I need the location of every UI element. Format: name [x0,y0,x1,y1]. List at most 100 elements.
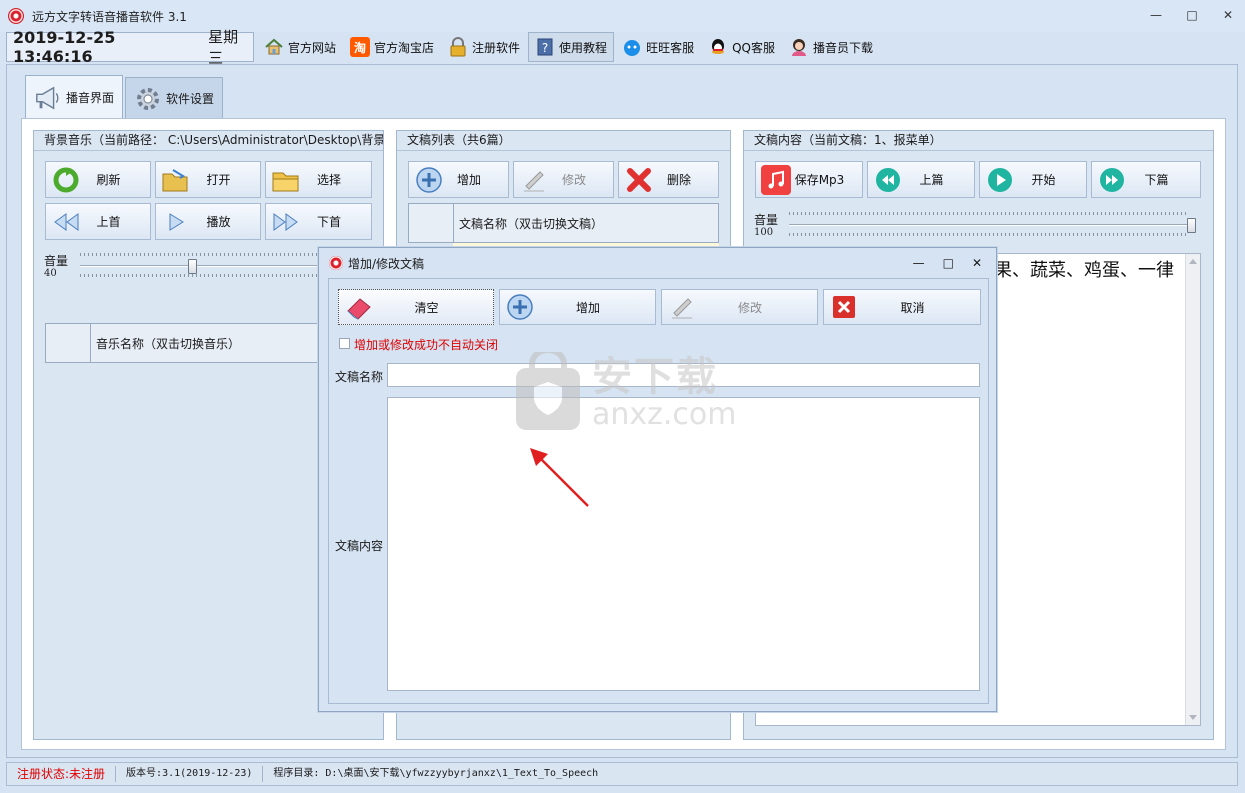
delete-x-icon [624,165,654,195]
status-bar: 注册状态:未注册 版本号:3.1(2019-12-23) 程序目录: D:\桌面… [6,762,1238,786]
megaphone-icon [34,84,62,112]
qq-icon [708,37,728,57]
clear-button[interactable]: 清空 [338,289,494,325]
register-software-button[interactable]: 注册软件 [442,32,526,62]
reading-volume-ticks [789,212,1189,215]
music-panel-title: 背景音乐（当前路径： C:\Users\Administrator\Deskto… [34,131,383,151]
program-directory: 程序目录: D:\桌面\安下载\yfwzzyybyrjanxz\1_Text_T… [273,768,599,779]
maximize-button[interactable]: □ [1185,8,1199,22]
announcer-download-button[interactable]: 播音员下载 [783,32,879,62]
reading-volume-value: 100 [754,227,774,238]
music-volume-thumb[interactable] [188,259,197,274]
doc-content-scrollbar[interactable] [1185,254,1200,725]
date-time-text: 2019-12-25 13:46:16 [13,28,116,66]
lock-icon [448,37,468,57]
edit-doc-button[interactable]: 修改 [513,161,614,198]
scroll-down-arrow-icon[interactable] [1189,715,1197,720]
doc-content-label: 文稿内容 [335,539,384,553]
doc-content-text: 果、蔬菜、鸡蛋、一律 [994,260,1174,281]
wangwang-support-button[interactable]: 旺旺客服 [616,32,700,62]
next-doc-button[interactable]: 下篇 [1091,161,1201,198]
play-icon [161,207,191,237]
taobao-icon: 淘 [350,37,371,57]
pencil-icon [519,165,549,195]
reading-volume-slider[interactable] [789,224,1189,226]
dialog-cancel-button[interactable]: 取消 [823,289,981,325]
svg-text:?: ? [542,41,548,55]
music-note-icon [761,164,791,195]
tab-strip: 播音界面 软件设置 [25,75,225,119]
dialog-edit-button[interactable]: 修改 [661,289,818,325]
dialog-maximize-button[interactable]: □ [943,256,954,270]
select-button[interactable]: 选择 [265,161,372,198]
reading-volume-label: 音量 [754,213,779,227]
dialog-add-button[interactable]: 增加 [499,289,656,325]
play-button[interactable]: 播放 [155,203,261,240]
folder-icon [271,165,301,195]
dialog-body: 清空 增加 修改 取消 增加或修改成功不自动关闭 文稿名称 文稿内容 [328,278,989,704]
doc-list-grid-header: 文稿名称（双击切换文稿） [408,203,719,243]
minimize-button[interactable]: — [1149,8,1163,22]
refresh-button[interactable]: 刷新 [45,161,151,198]
prev-doc-button[interactable]: 上篇 [867,161,975,198]
annotation-arrow-icon [530,448,589,507]
fast-forward-icon [271,207,301,237]
datetime-display: 2019-12-25 13:46:16 星期三 [6,28,254,67]
cancel-x-icon [829,292,859,322]
music-volume-value: 40 [44,268,57,279]
tab-settings[interactable]: 软件设置 [125,77,224,119]
rewind-circle-icon [873,165,903,195]
tab-broadcast[interactable]: 播音界面 [25,75,124,119]
keep-open-label[interactable]: 增加或修改成功不自动关闭 [354,336,498,353]
pencil-icon [667,292,697,322]
doc-content-title: 文稿内容（当前文稿：1、报菜单） [744,131,1213,151]
save-mp3-button[interactable]: 保存Mp3 [755,161,863,198]
registration-status: 注册状态:未注册 [7,766,117,782]
dialog-app-icon [329,256,343,270]
home-icon [264,37,284,57]
next-track-button[interactable]: 下首 [265,203,372,240]
refresh-icon [51,165,81,195]
fast-forward-circle-icon [1097,165,1127,195]
plus-circle-icon [505,292,535,322]
announcer-icon [789,37,809,57]
qq-support-button[interactable]: QQ客服 [702,32,781,62]
taobao-store-button[interactable]: 淘 官方淘宝店 [344,32,440,62]
music-volume-label: 音量 [44,254,69,268]
weekday-text: 星期三 [208,28,239,67]
add-edit-doc-dialog: 增加/修改文稿 — □ ✕ 清空 增加 修改 取消 增加或修改成功不自动关闭 文… [318,247,997,712]
reading-volume-ticks-bottom [789,233,1189,236]
scroll-up-arrow-icon[interactable] [1189,259,1197,264]
close-button[interactable]: ✕ [1221,8,1235,22]
open-folder-icon [161,165,191,195]
doc-list-title: 文稿列表（共6篇） [397,131,730,151]
play-circle-icon [985,165,1015,195]
doc-content-input[interactable] [387,397,980,691]
eraser-icon [344,292,374,322]
reading-volume-thumb[interactable] [1187,218,1196,233]
window-title: 远方文字转语音播音软件 3.1 [32,9,187,24]
add-doc-button[interactable]: 增加 [408,161,509,198]
dialog-title: 增加/修改文稿 [348,256,425,271]
delete-doc-button[interactable]: 删除 [618,161,719,198]
doc-name-column[interactable]: 文稿名称（双击切换文稿） [454,204,603,242]
dialog-minimize-button[interactable]: — [913,256,925,270]
doc-name-input[interactable] [387,363,980,387]
tutorial-button[interactable]: ? 使用教程 [528,32,615,62]
top-toolbar: 2019-12-25 13:46:16 星期三 官方网站 淘 官方淘宝店 注册软… [6,28,879,67]
version-info: 版本号:3.1(2019-12-23) [116,766,264,782]
help-book-icon: ? [535,37,555,57]
doc-name-label: 文稿名称 [335,370,384,384]
dialog-title-bar: 增加/修改文稿 — □ ✕ [319,248,996,278]
keep-open-checkbox[interactable] [339,338,350,349]
wangwang-icon [622,37,642,57]
start-reading-button[interactable]: 开始 [979,161,1087,198]
app-logo-icon [8,8,24,24]
plus-circle-icon [414,165,444,195]
official-site-button[interactable]: 官方网站 [258,32,342,62]
gear-icon [134,85,162,113]
prev-track-button[interactable]: 上首 [45,203,151,240]
open-button[interactable]: 打开 [155,161,261,198]
music-name-column[interactable]: 音乐名称（双击切换音乐） [91,324,240,362]
dialog-close-button[interactable]: ✕ [972,256,982,270]
